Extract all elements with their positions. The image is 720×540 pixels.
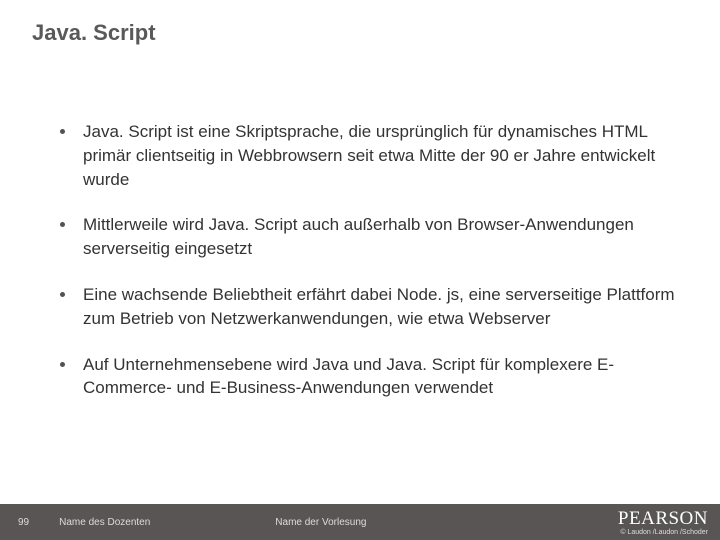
bullet-dot-icon xyxy=(60,362,65,367)
bullet-text: Java. Script ist eine Skriptsprache, die… xyxy=(83,120,680,191)
content-area: Java. Script ist eine Skriptsprache, die… xyxy=(60,120,680,422)
bullet-dot-icon xyxy=(60,129,65,134)
slide: Java. Script Java. Script ist eine Skrip… xyxy=(0,0,720,540)
pearson-logo: PEARSON xyxy=(618,509,708,528)
copyright-text: © Laudon /Laudon /Schoder xyxy=(618,529,708,536)
bullet-text: Mittlerweile wird Java. Script auch auße… xyxy=(83,213,680,261)
vorlesung-label: Name der Vorlesung xyxy=(275,517,366,528)
footer-right: PEARSON © Laudon /Laudon /Schoder xyxy=(618,509,708,536)
bullet-item: Auf Unternehmensebene wird Java und Java… xyxy=(60,353,680,401)
bullet-text: Auf Unternehmensebene wird Java und Java… xyxy=(83,353,680,401)
bullet-text: Eine wachsende Beliebtheit erfährt dabei… xyxy=(83,283,680,331)
bullet-item: Eine wachsende Beliebtheit erfährt dabei… xyxy=(60,283,680,331)
bullet-dot-icon xyxy=(60,222,65,227)
bullet-item: Java. Script ist eine Skriptsprache, die… xyxy=(60,120,680,191)
dozent-label: Name des Dozenten xyxy=(59,517,150,528)
slide-title: Java. Script xyxy=(32,20,156,46)
footer-bar: 99 Name des Dozenten Name der Vorlesung … xyxy=(0,504,720,540)
bullet-item: Mittlerweile wird Java. Script auch auße… xyxy=(60,213,680,261)
page-number: 99 xyxy=(18,517,29,528)
bullet-dot-icon xyxy=(60,292,65,297)
